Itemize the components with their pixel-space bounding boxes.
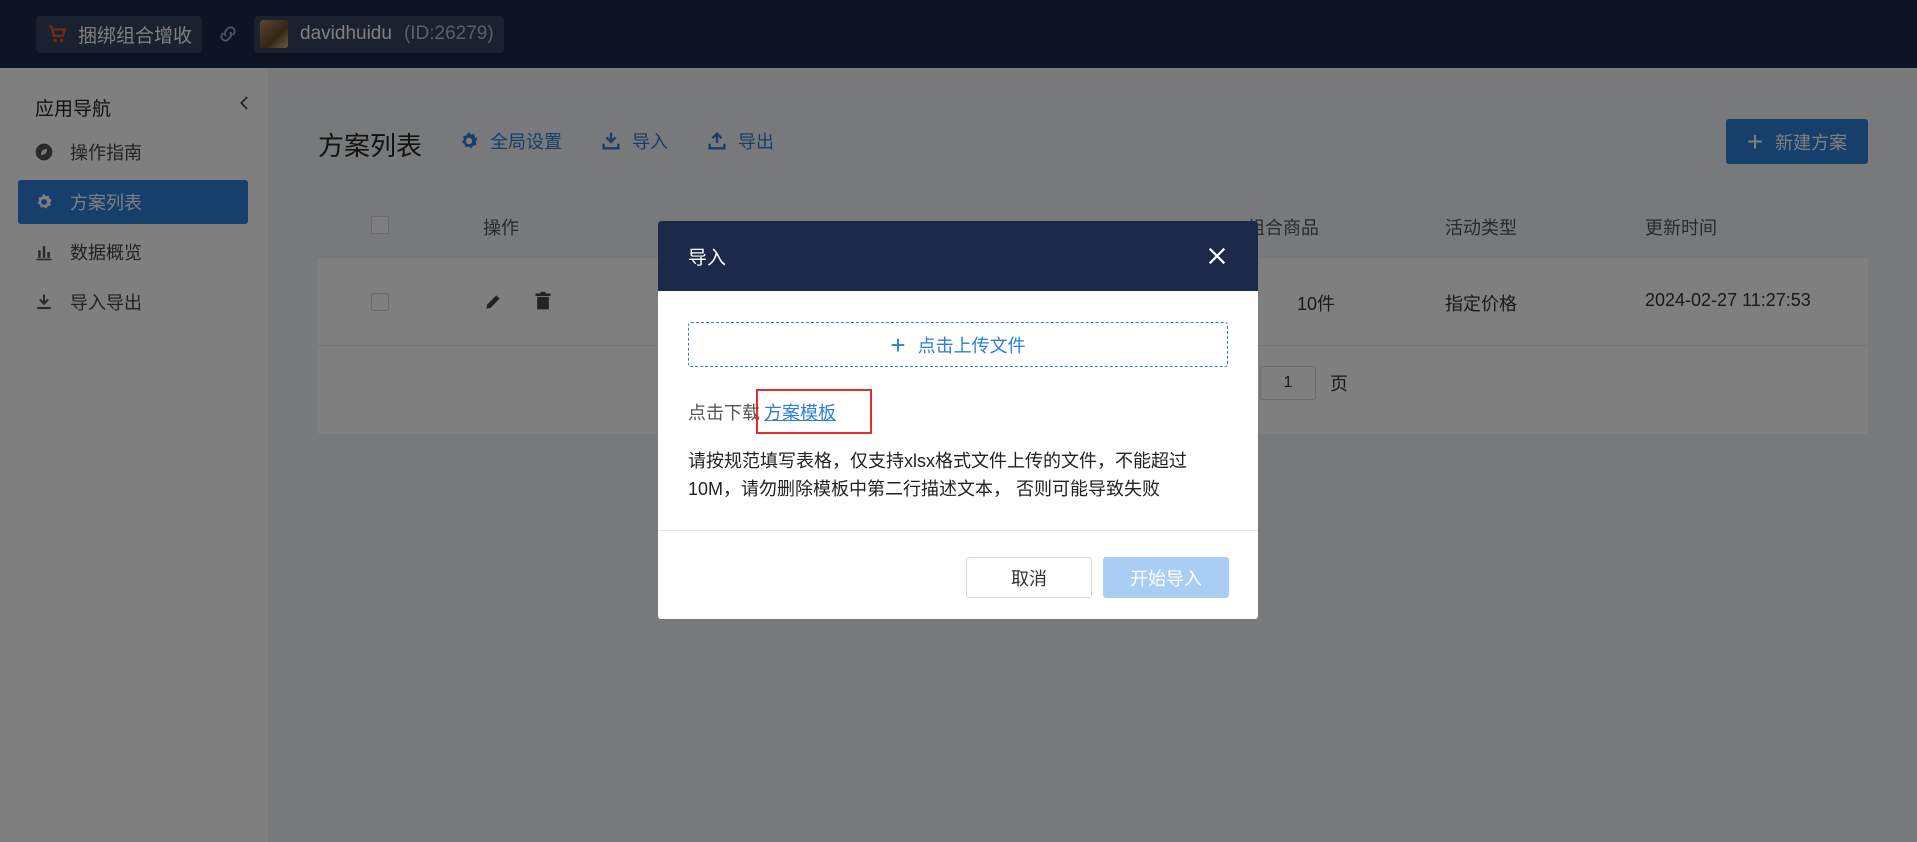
- download-prefix: 点击下载: [688, 403, 760, 423]
- start-import-button[interactable]: 开始导入: [1103, 557, 1229, 598]
- import-modal: 导入 + 点击上传文件 点击下载 方案模板 请按规范填写表格，仅支持xlsx格式…: [658, 221, 1258, 619]
- plus-icon: +: [890, 329, 906, 360]
- upload-file-button[interactable]: + 点击上传文件: [688, 322, 1228, 367]
- highlight-box: [756, 389, 872, 434]
- cancel-button[interactable]: 取消: [966, 557, 1092, 598]
- upload-label: 点击上传文件: [917, 335, 1026, 356]
- close-icon[interactable]: [1206, 245, 1228, 267]
- modal-title: 导入: [688, 247, 727, 269]
- modal-divider: [658, 530, 1258, 531]
- modal-header: 导入: [658, 221, 1258, 291]
- import-hint: 请按规范填写表格，仅支持xlsx格式文件上传的文件，不能超过10M，请勿删除模板…: [688, 451, 1187, 499]
